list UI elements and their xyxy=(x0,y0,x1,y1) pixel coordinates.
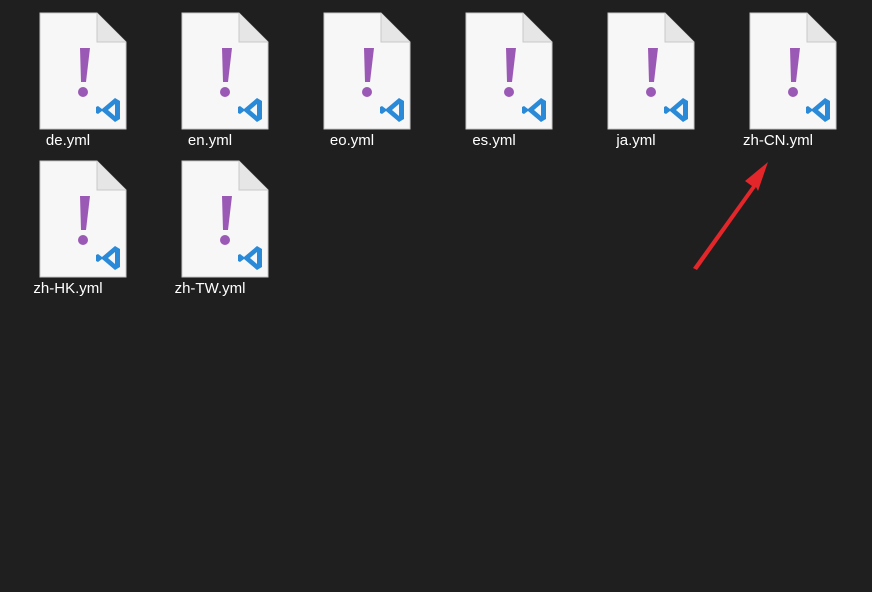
yaml-file-icon xyxy=(39,12,127,130)
file-name: de.yml xyxy=(45,132,91,149)
file-name: zh-CN.yml xyxy=(743,132,813,149)
file-name: ja.yml xyxy=(616,132,656,149)
yaml-file-icon xyxy=(181,160,269,278)
file-item-ja[interactable]: ja.yml xyxy=(586,12,695,158)
file-name: en.yml xyxy=(187,132,233,149)
file-name: eo.yml xyxy=(329,132,375,149)
yaml-file-icon xyxy=(465,12,553,130)
yaml-file-icon xyxy=(181,12,269,130)
yaml-file-icon xyxy=(323,12,411,130)
file-item-zh-tw[interactable]: zh-TW.yml xyxy=(160,160,269,306)
yaml-file-icon xyxy=(39,160,127,278)
yaml-file-icon xyxy=(749,12,837,130)
yaml-file-icon xyxy=(607,12,695,130)
file-item-en[interactable]: en.yml xyxy=(160,12,269,158)
file-item-de[interactable]: de.yml xyxy=(18,12,127,158)
file-name: zh-HK.yml xyxy=(33,280,103,297)
file-name: zh-TW.yml xyxy=(174,280,246,297)
file-explorer-view: de.yml en.yml eo.yml es.yml ja.yml zh-CN… xyxy=(0,0,872,592)
file-item-zh-cn[interactable]: zh-CN.yml xyxy=(728,12,837,158)
file-item-zh-hk[interactable]: zh-HK.yml xyxy=(18,160,127,306)
file-item-es[interactable]: es.yml xyxy=(444,12,553,158)
file-item-eo[interactable]: eo.yml xyxy=(302,12,411,158)
file-name: es.yml xyxy=(472,132,516,149)
